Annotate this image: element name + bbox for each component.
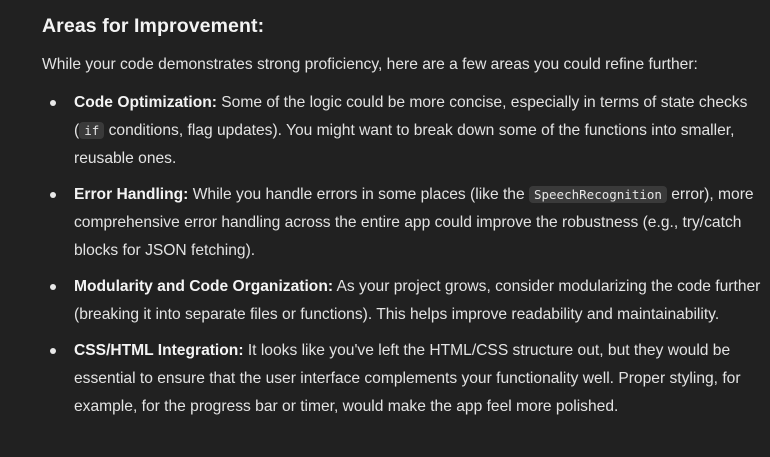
item-term: Modularity and Code Organization: (74, 278, 334, 295)
item-term: Error Handling: (74, 186, 189, 203)
bullet-icon (50, 284, 56, 290)
list-item-css-html: CSS/HTML Integration: It looks like you'… (42, 337, 762, 421)
bullet-icon (50, 100, 56, 106)
list-item-error-handling: Error Handling: While you handle errors … (42, 181, 762, 265)
section-heading: Areas for Improvement: (42, 15, 265, 37)
inline-code: SpeechRecognition (528, 186, 667, 203)
improvement-list: Code Optimization: Some of the logic cou… (42, 89, 762, 429)
item-text: While you handle errors in some places (… (188, 186, 529, 203)
bullet-icon (50, 192, 56, 198)
item-text: conditions, flag updates). You might wan… (74, 122, 735, 167)
inline-code: if (79, 122, 105, 139)
item-term: CSS/HTML Integration: (74, 342, 244, 359)
list-item-code-optimization: Code Optimization: Some of the logic cou… (42, 89, 762, 173)
intro-paragraph: While your code demonstrates strong prof… (42, 56, 698, 73)
bullet-icon (50, 348, 56, 354)
item-term: Code Optimization: (74, 94, 217, 111)
list-item-modularity: Modularity and Code Organization: As you… (42, 273, 762, 329)
